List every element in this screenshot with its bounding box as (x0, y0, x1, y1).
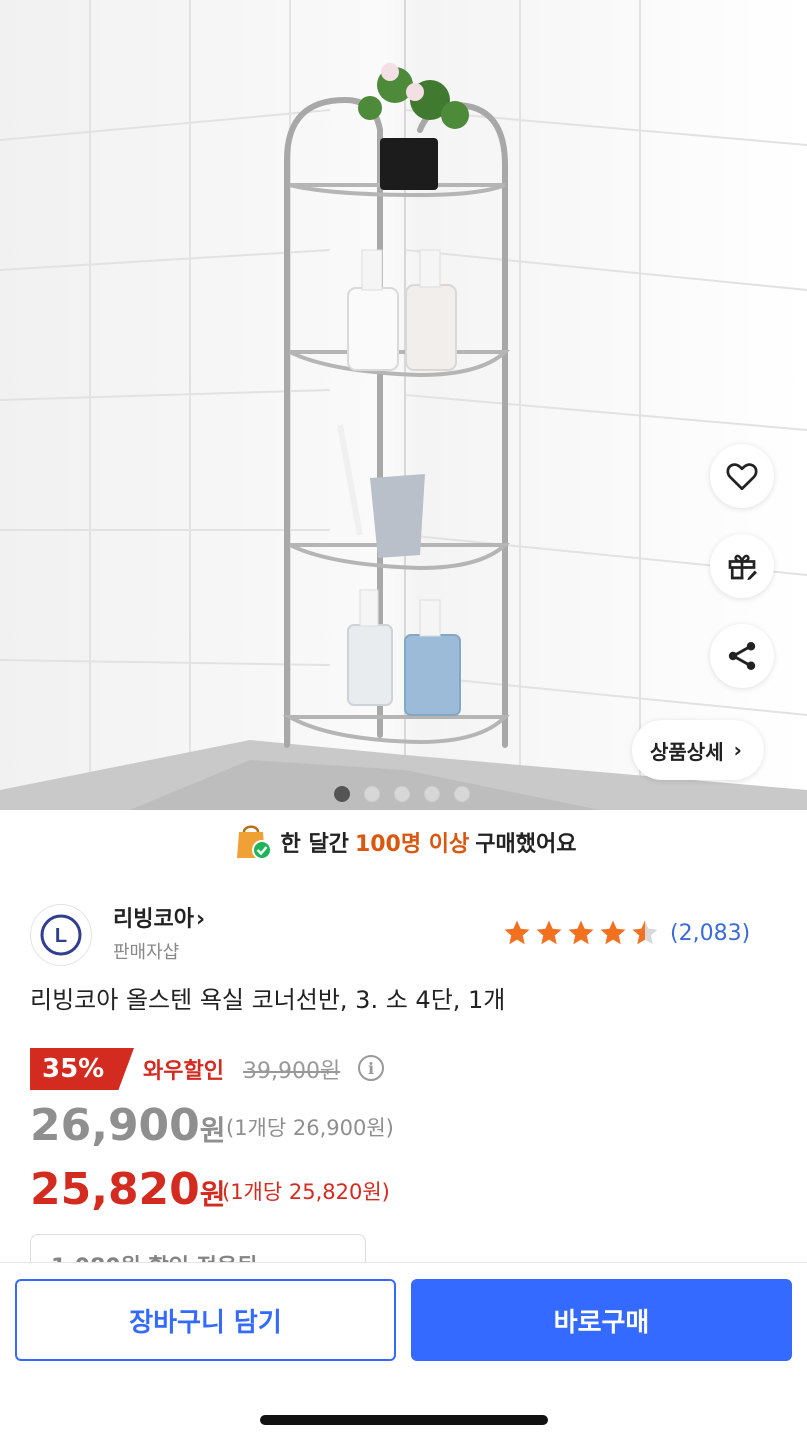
wow-unit-price: (1개당 25,820원) (222, 1180, 390, 1204)
chevron-right-icon: › (195, 907, 206, 932)
product-detail-label: 상품상세 (650, 739, 724, 764)
seller-type: 판매자샵 (113, 942, 180, 963)
seller-logo[interactable]: L (30, 904, 92, 966)
wow-discount-label: 와우할인 (143, 1059, 224, 1084)
star-full-icon (536, 920, 562, 945)
carousel-dot[interactable] (334, 786, 350, 802)
currency-unit: 원 (199, 1114, 226, 1147)
svg-text:L: L (55, 925, 67, 947)
carousel-indicator (334, 786, 470, 802)
chevron-right-icon: › (733, 738, 742, 762)
wishlist-button[interactable] (710, 444, 774, 508)
buy-now-button[interactable]: 바로구매 (411, 1279, 792, 1361)
star-full-icon (504, 920, 530, 945)
sale-price: 26,900원 (30, 1100, 226, 1151)
star-half-icon (632, 920, 658, 945)
shopping-bag-check-icon (236, 825, 272, 860)
carousel-dot[interactable] (394, 786, 410, 802)
product-title: 리빙코아 올스텐 욕실 코너선반, 3. 소 4단, 1개 (30, 986, 506, 1014)
star-full-icon (568, 920, 594, 945)
seller-name: 리빙코아 (113, 907, 194, 932)
wow-price: 25,820원 (30, 1164, 226, 1215)
banner-text-pre: 한 달간 (280, 832, 349, 857)
banner-highlight: 100명 이상 (354, 832, 470, 857)
purchase-count-banner: 한 달간 100명 이상 구매했어요 (0, 816, 807, 868)
carousel-dot[interactable] (454, 786, 470, 802)
product-detail-button[interactable]: 상품상세 › (632, 720, 764, 780)
rating[interactable]: (2,083) (502, 918, 750, 948)
star-full-icon (600, 920, 626, 945)
home-indicator[interactable] (260, 1415, 548, 1425)
heart-icon (726, 463, 758, 491)
seller-logo-mark: L (40, 914, 82, 956)
sale-price-amount: 26,900 (30, 1100, 200, 1151)
share-icon (728, 642, 756, 670)
review-count[interactable]: (2,083) (670, 921, 750, 946)
product-image[interactable]: 상품상세 › (0, 0, 807, 810)
add-to-cart-button[interactable]: 장바구니 담기 (15, 1279, 396, 1361)
wow-price-amount: 25,820 (30, 1164, 200, 1215)
banner-text-post: 구매했어요 (475, 832, 577, 857)
gift-icon (728, 554, 757, 581)
sale-unit-price: (1개당 26,900원) (226, 1116, 394, 1140)
discount-badge: 35% (30, 1048, 134, 1090)
carousel-dot[interactable] (424, 786, 440, 802)
bottom-action-bar: 장바구니 담기 바로구매 (0, 1262, 807, 1440)
info-icon[interactable]: i (358, 1055, 384, 1081)
share-button[interactable] (710, 624, 774, 688)
gift-button[interactable] (710, 534, 774, 598)
seller-name-link[interactable]: 리빙코아› (113, 901, 205, 933)
original-price: 39,900원 (243, 1059, 341, 1084)
product-photo (0, 0, 807, 810)
carousel-dot[interactable] (364, 786, 380, 802)
